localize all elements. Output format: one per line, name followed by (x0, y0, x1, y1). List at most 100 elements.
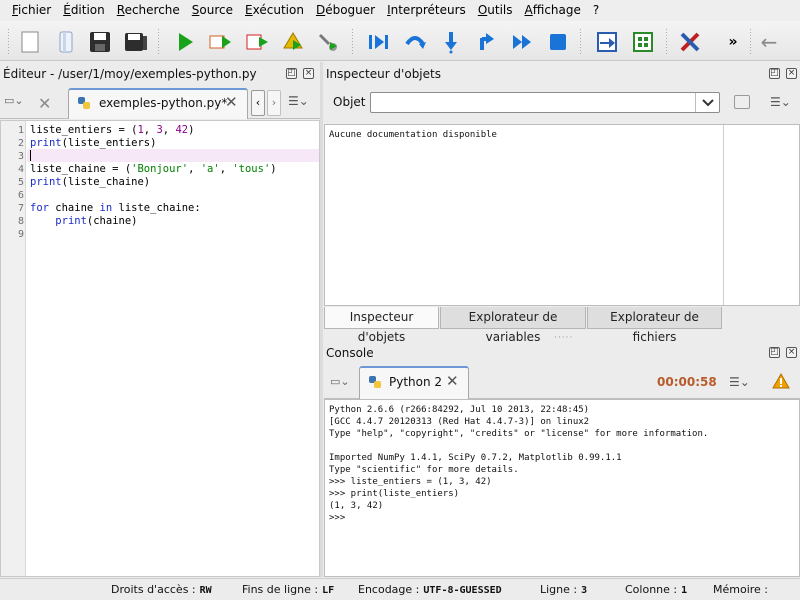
console-line: (1, 3, 42) (329, 501, 384, 511)
line-number: 3 (17, 151, 24, 162)
menu-interpreteurs[interactable]: Interpréteurs (381, 0, 472, 21)
step-into-icon[interactable] (438, 29, 464, 55)
line-number: 2 (17, 138, 24, 149)
browse-tabs-icon[interactable]: ▭⌄ (4, 94, 24, 107)
code-line: print(liste_chaine) (30, 176, 151, 188)
scroll-tabs-left-icon[interactable]: ‹ (251, 90, 265, 116)
tab-exemples-python[interactable]: exemples-python.py* ✕ (68, 88, 248, 119)
menu-affichage[interactable]: Affichage (519, 0, 587, 21)
code-editor[interactable]: 1 2 3 4 5 6 7 8 9 liste_entiers = (1, 3,… (0, 120, 320, 577)
options-menu-icon[interactable]: ☰⌄ (288, 94, 309, 108)
console-line: Python 2.6.6 (r266:84292, Jul 10 2013, 2… (329, 405, 590, 415)
line-number-gutter: 1 2 3 4 5 6 7 8 9 (1, 121, 26, 576)
close-pane-icon[interactable]: × (303, 68, 314, 79)
continue-icon[interactable] (509, 29, 535, 55)
undock-icon[interactable]: ◰ (769, 68, 780, 79)
menu-source[interactable]: Source (186, 0, 239, 21)
browse-tabs-icon[interactable]: ▭⌄ (330, 375, 350, 388)
menu-recherche[interactable]: Recherche (111, 0, 186, 21)
documentation-text: Aucune documentation disponible (329, 130, 497, 140)
save-icon[interactable] (87, 29, 113, 55)
warning-icon[interactable] (772, 372, 790, 389)
menu-edition[interactable]: Édition (57, 0, 111, 21)
new-file-icon[interactable] (17, 29, 43, 55)
console-line: Type "scientific" for more details. (329, 465, 519, 475)
tab-python-2[interactable]: Python 2 ✕ (359, 366, 469, 399)
code-line: print(liste_entiers) (30, 137, 157, 149)
rerun-icon[interactable] (244, 29, 270, 55)
python-file-icon (77, 96, 91, 110)
console-timer: 00:00:58 (657, 375, 717, 389)
menu-fichier[interactable]: Fichier (6, 0, 57, 21)
run-config-icon[interactable] (207, 29, 233, 55)
toolbar-overflow-icon[interactable]: » (720, 29, 746, 55)
close-tab-icon[interactable]: ✕ (446, 372, 459, 390)
splitter-handle[interactable]: ····· (554, 333, 573, 343)
editor-title: Éditeur - /user/1/moy/exemples-python.py (3, 67, 257, 81)
debug-tools-icon[interactable] (315, 29, 341, 55)
close-pane-icon[interactable]: × (786, 347, 797, 358)
lock-icon[interactable] (734, 95, 750, 109)
close-tab-icon[interactable]: ✕ (225, 93, 238, 111)
object-label: Objet (333, 95, 366, 109)
status-eol: Fins de ligne : LF (242, 583, 335, 596)
console-line: Type "help", "copyright", "credits" or "… (329, 429, 709, 439)
tab-explorateur-fichiers[interactable]: Explorateur de fichiers (587, 307, 722, 344)
run-icon[interactable] (172, 29, 198, 55)
step-over-icon[interactable] (402, 29, 428, 55)
console-output[interactable]: Python 2.6.6 (r266:84292, Jul 10 2013, 2… (324, 399, 800, 577)
close-all-icon[interactable]: ✕ (38, 94, 51, 113)
menu-execution[interactable]: Exécution (239, 0, 310, 21)
open-file-icon[interactable] (53, 29, 79, 55)
code-line: liste_entiers = (1, 3, 42) (30, 124, 195, 136)
line-number: 1 (17, 125, 24, 136)
close-pane-icon[interactable]: × (786, 68, 797, 79)
line-number: 6 (17, 190, 24, 201)
menu-help[interactable]: ? (587, 0, 605, 21)
console-tab-bar: ▭⌄ Python 2 ✕ 00:00:58 ☰⌄ (324, 366, 800, 399)
scroll-tabs-right-icon[interactable]: › (267, 90, 281, 116)
tab-label: Python 2 (389, 375, 443, 389)
step-return-icon[interactable] (473, 29, 499, 55)
documentation-view: Aucune documentation disponible (324, 124, 800, 306)
menu-outils[interactable]: Outils (472, 0, 519, 21)
save-all-icon[interactable] (123, 29, 149, 55)
line-number: 5 (17, 177, 24, 188)
preferences-icon[interactable] (677, 29, 703, 55)
tab-explorateur-variables[interactable]: Explorateur de variables (440, 307, 586, 344)
editor-tab-bar: ▭⌄ ✕ exemples-python.py* ✕ ‹ › ☰⌄ (0, 86, 320, 119)
tab-label: exemples-python.py* (99, 96, 228, 110)
maximize-pane-icon[interactable] (594, 29, 620, 55)
line-number: 9 (17, 229, 24, 240)
status-column: Colonne :1 (625, 583, 688, 596)
console-line: Imported NumPy 1.4.1, SciPy 0.7.2, Matpl… (329, 453, 622, 463)
menu-deboguer[interactable]: Déboguer (310, 0, 381, 21)
python-console-icon (368, 375, 382, 389)
line-number: 7 (17, 203, 24, 214)
object-combobox[interactable] (370, 92, 720, 113)
toolbar: » ← (0, 21, 800, 61)
console-title: Console (326, 346, 374, 360)
run-cell-icon[interactable] (366, 29, 392, 55)
stop-icon[interactable] (545, 29, 571, 55)
menu-bar: Fichier Édition Recherche Source Exécuti… (0, 0, 800, 21)
console-line: >>> print(liste_entiers) (329, 489, 460, 499)
line-number: 8 (17, 216, 24, 227)
options-menu-icon[interactable]: ☰⌄ (770, 95, 791, 109)
code-line: liste_chaine = ('Bonjour', 'a', 'tous') (30, 163, 277, 175)
status-access: Droits d'accès : RW (111, 583, 212, 596)
back-arrow-icon[interactable]: ← (756, 29, 782, 55)
undock-icon[interactable]: ◰ (769, 347, 780, 358)
chevron-down-icon[interactable] (695, 93, 719, 112)
vertical-splitter[interactable] (320, 62, 323, 577)
options-menu-icon[interactable]: ☰⌄ (729, 375, 750, 389)
undock-icon[interactable]: ◰ (286, 68, 297, 79)
fullscreen-icon[interactable] (630, 29, 656, 55)
code-line: for chaine in liste_chaine: (30, 202, 201, 214)
tab-inspecteur-objets[interactable]: Inspecteur d'objets (324, 307, 439, 344)
inspector-title: Inspecteur d'objets (326, 67, 441, 81)
status-encoding: Encodage : UTF-8-GUESSED (358, 583, 502, 596)
console-line: [GCC 4.4.7 20120313 (Red Hat 4.4.7-3)] o… (329, 417, 590, 427)
run-selection-icon[interactable] (280, 29, 306, 55)
console-line: >>> (329, 513, 346, 523)
